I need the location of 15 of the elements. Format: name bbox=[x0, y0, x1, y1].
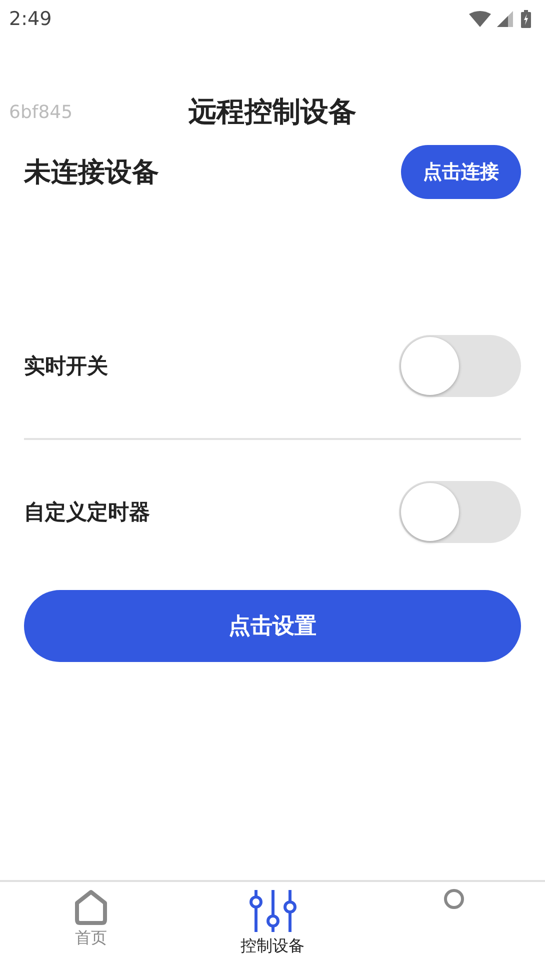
nav-tab[interactable]: 控制设备 bbox=[182, 882, 364, 968]
connection-status: 未连接设备 bbox=[24, 156, 159, 190]
setting-label: 实时开关 bbox=[24, 353, 108, 380]
set-button[interactable]: 点击设置 bbox=[24, 590, 521, 662]
sliders-icon bbox=[248, 888, 298, 934]
connect-button[interactable]: 点击连接 bbox=[401, 145, 521, 199]
tag-text: 6bf845 bbox=[9, 102, 73, 123]
nav-tab[interactable]: 首页 bbox=[0, 882, 182, 968]
page-title: 远程控制设备 bbox=[188, 94, 356, 130]
signal-icon bbox=[497, 11, 515, 27]
circle-icon bbox=[443, 888, 466, 910]
battery-icon bbox=[521, 10, 531, 28]
setting-label: 自定义定时器 bbox=[24, 499, 150, 526]
status-time: 2:49 bbox=[9, 8, 52, 30]
wifi-icon bbox=[469, 11, 491, 27]
